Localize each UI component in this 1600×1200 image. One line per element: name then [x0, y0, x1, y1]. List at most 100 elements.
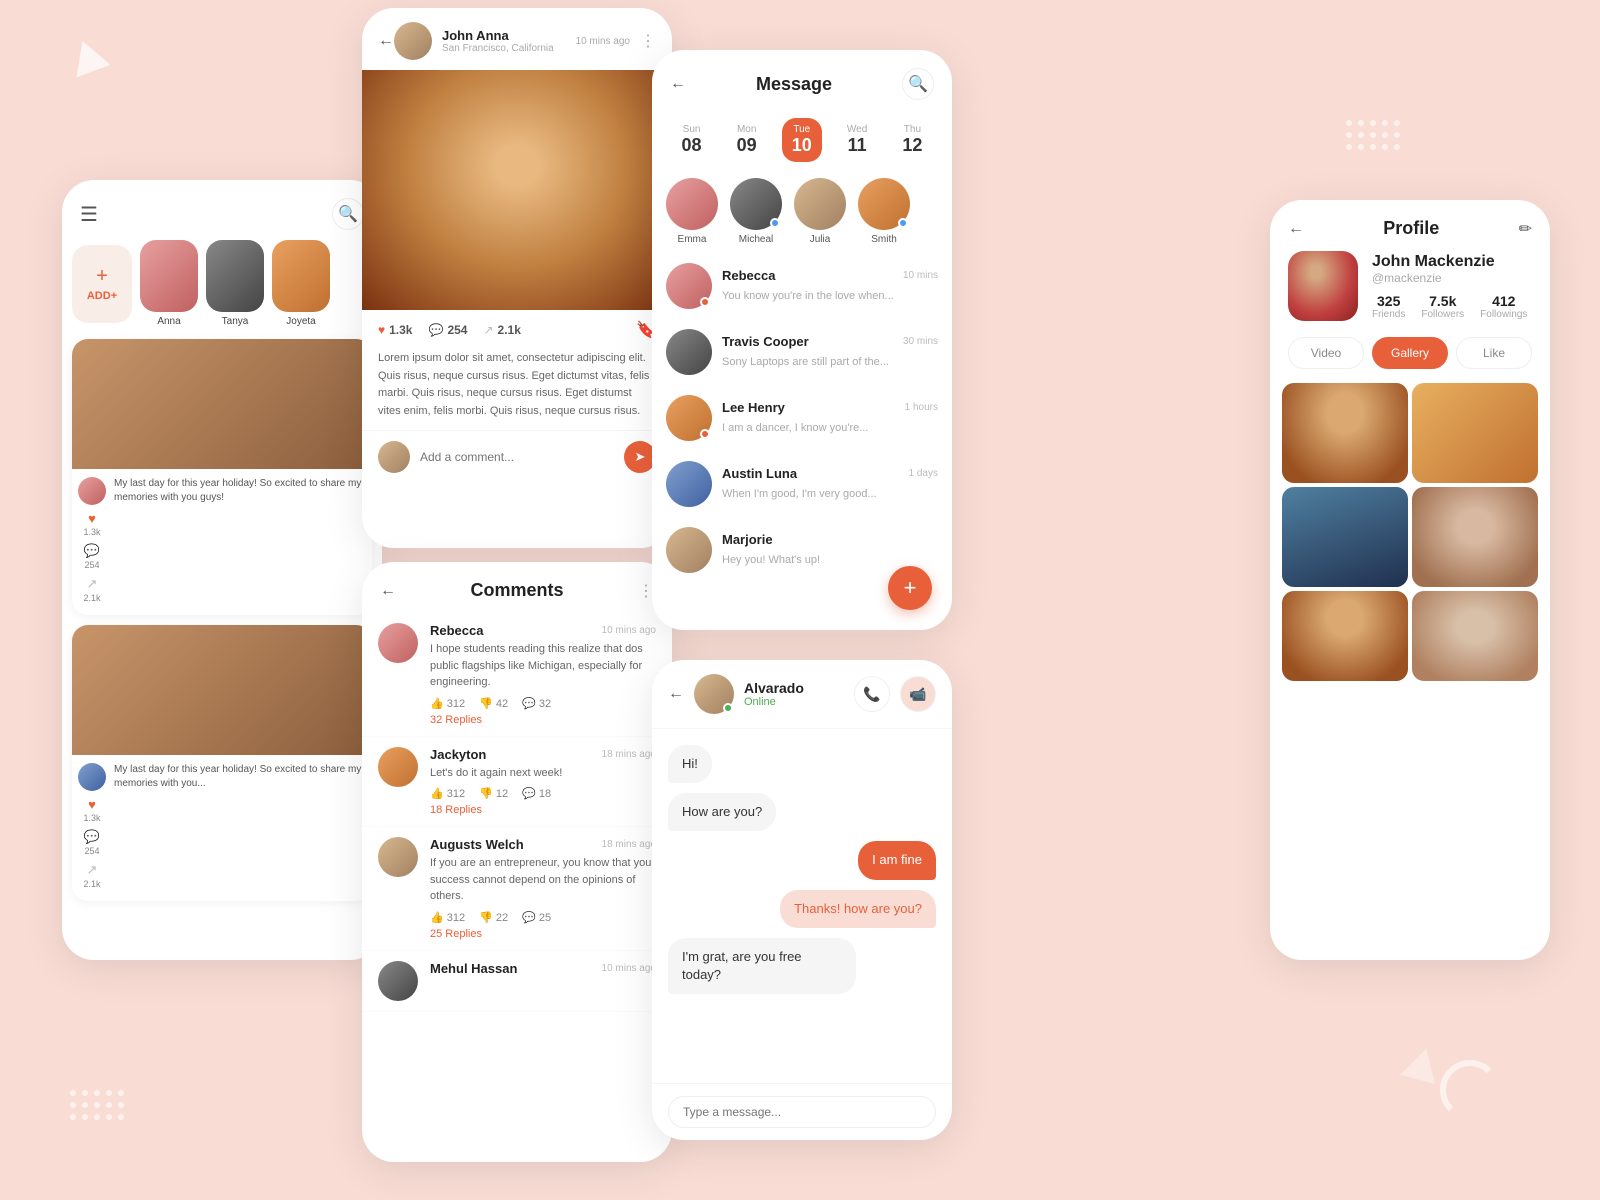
date-tab-sun[interactable]: Sun 08 [672, 118, 712, 162]
add-story-button[interactable]: + ADD+ [72, 245, 132, 323]
shares-count-1: 2.1k [83, 593, 100, 603]
video-call-button[interactable]: 📹 [900, 676, 936, 712]
comments-title: Comments [396, 580, 638, 601]
post-username: John Anna [442, 28, 554, 43]
comment-likes-rebecca[interactable]: 👍 312 [430, 697, 465, 710]
comment-time-mehul: 10 mins ago [602, 963, 656, 974]
tab-video[interactable]: Video [1288, 337, 1364, 369]
gallery-img-4[interactable] [1412, 487, 1538, 587]
comment-item-jackyton: Jackyton 18 mins ago Let's do it again n… [362, 737, 672, 828]
msg-preview-travis: Sony Laptops are still part of the... [722, 356, 889, 368]
chat-contact-name: Alvarado [744, 680, 804, 696]
msg-preview-lee: I am a dancer, I know you're... [722, 422, 868, 434]
comment-likes-jackyton[interactable]: 👍 312 [430, 787, 465, 800]
comment-dislikes-augusts[interactable]: 👎 22 [479, 911, 508, 924]
post-caption-1: My last day for this year holiday! So ex… [114, 477, 364, 505]
feed-post-1: ♥ 1.3k 💬 254 ↗ 2.1k My last day for this… [72, 339, 372, 615]
comment-item-mehul: Mehul Hassan 10 mins ago [362, 951, 672, 1012]
profile-stat-friends: 325 Friends [1372, 293, 1405, 320]
comment-text-rebecca: I hope students reading this realize tha… [430, 641, 656, 691]
msg-item-lee[interactable]: Lee Henry 1 hours I am a dancer, I know … [652, 385, 952, 451]
msg-preview-austin: When I'm good, I'm very good... [722, 488, 877, 500]
msg-preview-rebecca: You know you're in the love when... [722, 290, 894, 302]
back-icon-comments[interactable]: ← [380, 582, 396, 600]
comment-comments-augusts[interactable]: 💬 25 [522, 911, 551, 924]
tab-like[interactable]: Like [1456, 337, 1532, 369]
date-tab-tue[interactable]: Tue 10 [782, 118, 822, 162]
phone-call-button[interactable]: 📞 [854, 676, 890, 712]
comment-input[interactable] [420, 450, 614, 464]
profile-followers-val: 7.5k [1429, 293, 1456, 309]
msg-item-rebecca[interactable]: Rebecca 10 mins You know you're in the l… [652, 253, 952, 319]
comment-box: ➤ [362, 430, 672, 483]
chat-bubble-hi: Hi! [668, 745, 712, 783]
chat-messages-area: Hi! How are you? I am fine Thanks! how a… [652, 729, 952, 1083]
comment-dislikes-rebecca[interactable]: 👎 42 [479, 697, 508, 710]
msg-name-lee: Lee Henry [722, 400, 785, 415]
gallery-img-3[interactable] [1282, 487, 1408, 587]
story-item-tanya[interactable]: Tanya [206, 240, 264, 327]
profile-followers-label: Followers [1421, 309, 1464, 320]
back-icon-chat[interactable]: ← [668, 685, 684, 703]
tab-gallery[interactable]: Gallery [1372, 337, 1448, 369]
heart-icon-2: ♥ [88, 797, 96, 812]
gallery-img-1[interactable] [1282, 383, 1408, 483]
comment-time-jackyton: 18 mins ago [602, 749, 656, 760]
chat-bubble-imgrat: I'm grat, are you free today? [668, 938, 856, 994]
date-tab-wed[interactable]: Wed 11 [837, 118, 877, 162]
chat-header: ← Alvarado Online 📞 📹 [652, 660, 952, 729]
online-user-emma[interactable]: Emma [666, 178, 718, 245]
msg-avatar-lee [666, 395, 712, 441]
online-user-julia[interactable]: Julia [794, 178, 846, 245]
date-tab-thu[interactable]: Thu 12 [892, 118, 932, 162]
post-caption-2: My last day for this year holiday! So ex… [114, 763, 364, 791]
search-icon[interactable]: 🔍 [332, 198, 364, 230]
back-icon-post[interactable]: ← [378, 32, 394, 50]
comments-count-1: 254 [84, 560, 99, 570]
messages-title: Message [686, 74, 902, 95]
post-shares-val: 2.1k [498, 323, 521, 337]
dots-icon[interactable]: ⋮ [640, 31, 656, 51]
msg-time-rebecca: 10 mins [903, 270, 938, 281]
comment-avatar-jackyton [378, 747, 418, 787]
comment-replies-augusts[interactable]: 25 Replies [430, 928, 656, 940]
gallery-img-2[interactable] [1412, 383, 1538, 483]
comment-avatar-augusts [378, 837, 418, 877]
comment-likes-augusts[interactable]: 👍 312 [430, 911, 465, 924]
msg-item-austin[interactable]: Austin Luna 1 days When I'm good, I'm ve… [652, 451, 952, 517]
msg-avatar-travis [666, 329, 712, 375]
msg-item-travis[interactable]: Travis Cooper 30 mins Sony Laptops are s… [652, 319, 952, 385]
share-icon-2: ↗ [87, 862, 98, 878]
story-item-anna[interactable]: Anna [140, 240, 198, 327]
post-shares-stat: ↗ 2.1k [483, 323, 520, 337]
comment-avatar-rebecca [378, 623, 418, 663]
share-icon: ↗ [87, 576, 98, 592]
comment-time-rebecca: 10 mins ago [602, 625, 656, 636]
menu-icon[interactable]: ☰ [80, 202, 98, 227]
comment-text-augusts: If you are an entrepreneur, you know tha… [430, 855, 656, 905]
comment-comments-rebecca[interactable]: 💬 32 [522, 697, 551, 710]
back-icon-profile[interactable]: ← [1288, 220, 1304, 238]
online-user-micheal[interactable]: Micheal [730, 178, 782, 245]
comment-comments-jackyton[interactable]: 💬 18 [522, 787, 551, 800]
back-icon-messages[interactable]: ← [670, 75, 686, 93]
comment-replies-rebecca[interactable]: 32 Replies [430, 714, 656, 726]
chat-bubble-iamfine: I am fine [858, 841, 936, 879]
gallery-img-6[interactable] [1412, 591, 1538, 681]
story-item-joyeta[interactable]: Joyeta [272, 240, 330, 327]
search-icon-messages[interactable]: 🔍 [902, 68, 934, 100]
chat-bubble-howareyou: How are you? [668, 793, 776, 831]
new-message-fab[interactable]: + [888, 566, 932, 610]
comment-dislikes-jackyton[interactable]: 👎 12 [479, 787, 508, 800]
online-user-smith[interactable]: Smith [858, 178, 910, 245]
chat-input[interactable] [668, 1096, 936, 1128]
comment-user-avatar [378, 441, 410, 473]
msg-name-marjorie: Marjorie [722, 532, 773, 547]
comment-replies-jackyton[interactable]: 18 Replies [430, 804, 656, 816]
msg-avatar-austin [666, 461, 712, 507]
msg-avatar-marjorie [666, 527, 712, 573]
add-story-label: ADD+ [87, 290, 117, 302]
gallery-img-5[interactable] [1282, 591, 1408, 681]
edit-icon-profile[interactable]: ✏ [1519, 219, 1532, 239]
date-tab-mon[interactable]: Mon 09 [727, 118, 767, 162]
